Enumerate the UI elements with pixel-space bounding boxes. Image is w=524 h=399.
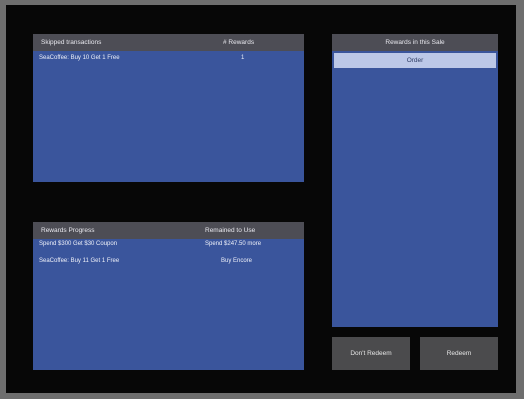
column-header-reward: Rewards Progress xyxy=(41,227,95,234)
dont-redeem-button[interactable]: Don't Redeem xyxy=(332,337,410,370)
rewards-in-sale-panel: Rewards in this Sale Order xyxy=(332,34,498,327)
column-header-remained: Remained to Use xyxy=(205,227,256,234)
redeem-button[interactable]: Redeem xyxy=(420,337,498,370)
reward-status: Buy Encore xyxy=(221,258,253,264)
reward-name: SeaCoffee: Buy 11 Get 1 Free xyxy=(39,258,120,264)
reward-name: Spend $300 Get $30 Coupon xyxy=(39,241,118,247)
rewards-progress-panel: Rewards Progress Remained to Use Spend $… xyxy=(33,222,304,370)
skipped-transaction-row[interactable]: SeaCoffee: Buy 10 Get 1 Free 1 xyxy=(33,53,304,65)
skipped-transaction-count: 1 xyxy=(241,55,245,61)
skipped-transaction-name: SeaCoffee: Buy 10 Get 1 Free xyxy=(39,55,120,61)
rewards-window: Skipped transactions # Rewards SeaCoffee… xyxy=(6,5,516,393)
skipped-transactions-panel: Skipped transactions # Rewards SeaCoffee… xyxy=(33,34,304,182)
rewards-in-sale-header: Rewards in this Sale xyxy=(332,34,498,51)
rewards-progress-header: Rewards Progress Remained to Use xyxy=(33,222,304,239)
rewards-progress-row[interactable]: Spend $300 Get $30 Coupon Spend $247.50 … xyxy=(33,239,304,251)
column-header-transaction: Skipped transactions xyxy=(41,39,102,46)
reward-status: Spend $247.50 more xyxy=(205,241,262,247)
selected-reward-item[interactable]: Order xyxy=(334,53,496,68)
column-header-rewards-count: # Rewards xyxy=(223,39,255,46)
rewards-in-sale-title: Rewards in this Sale xyxy=(385,39,445,46)
skipped-transactions-header: Skipped transactions # Rewards xyxy=(33,34,304,51)
rewards-progress-row[interactable]: SeaCoffee: Buy 11 Get 1 Free Buy Encore xyxy=(33,256,304,268)
